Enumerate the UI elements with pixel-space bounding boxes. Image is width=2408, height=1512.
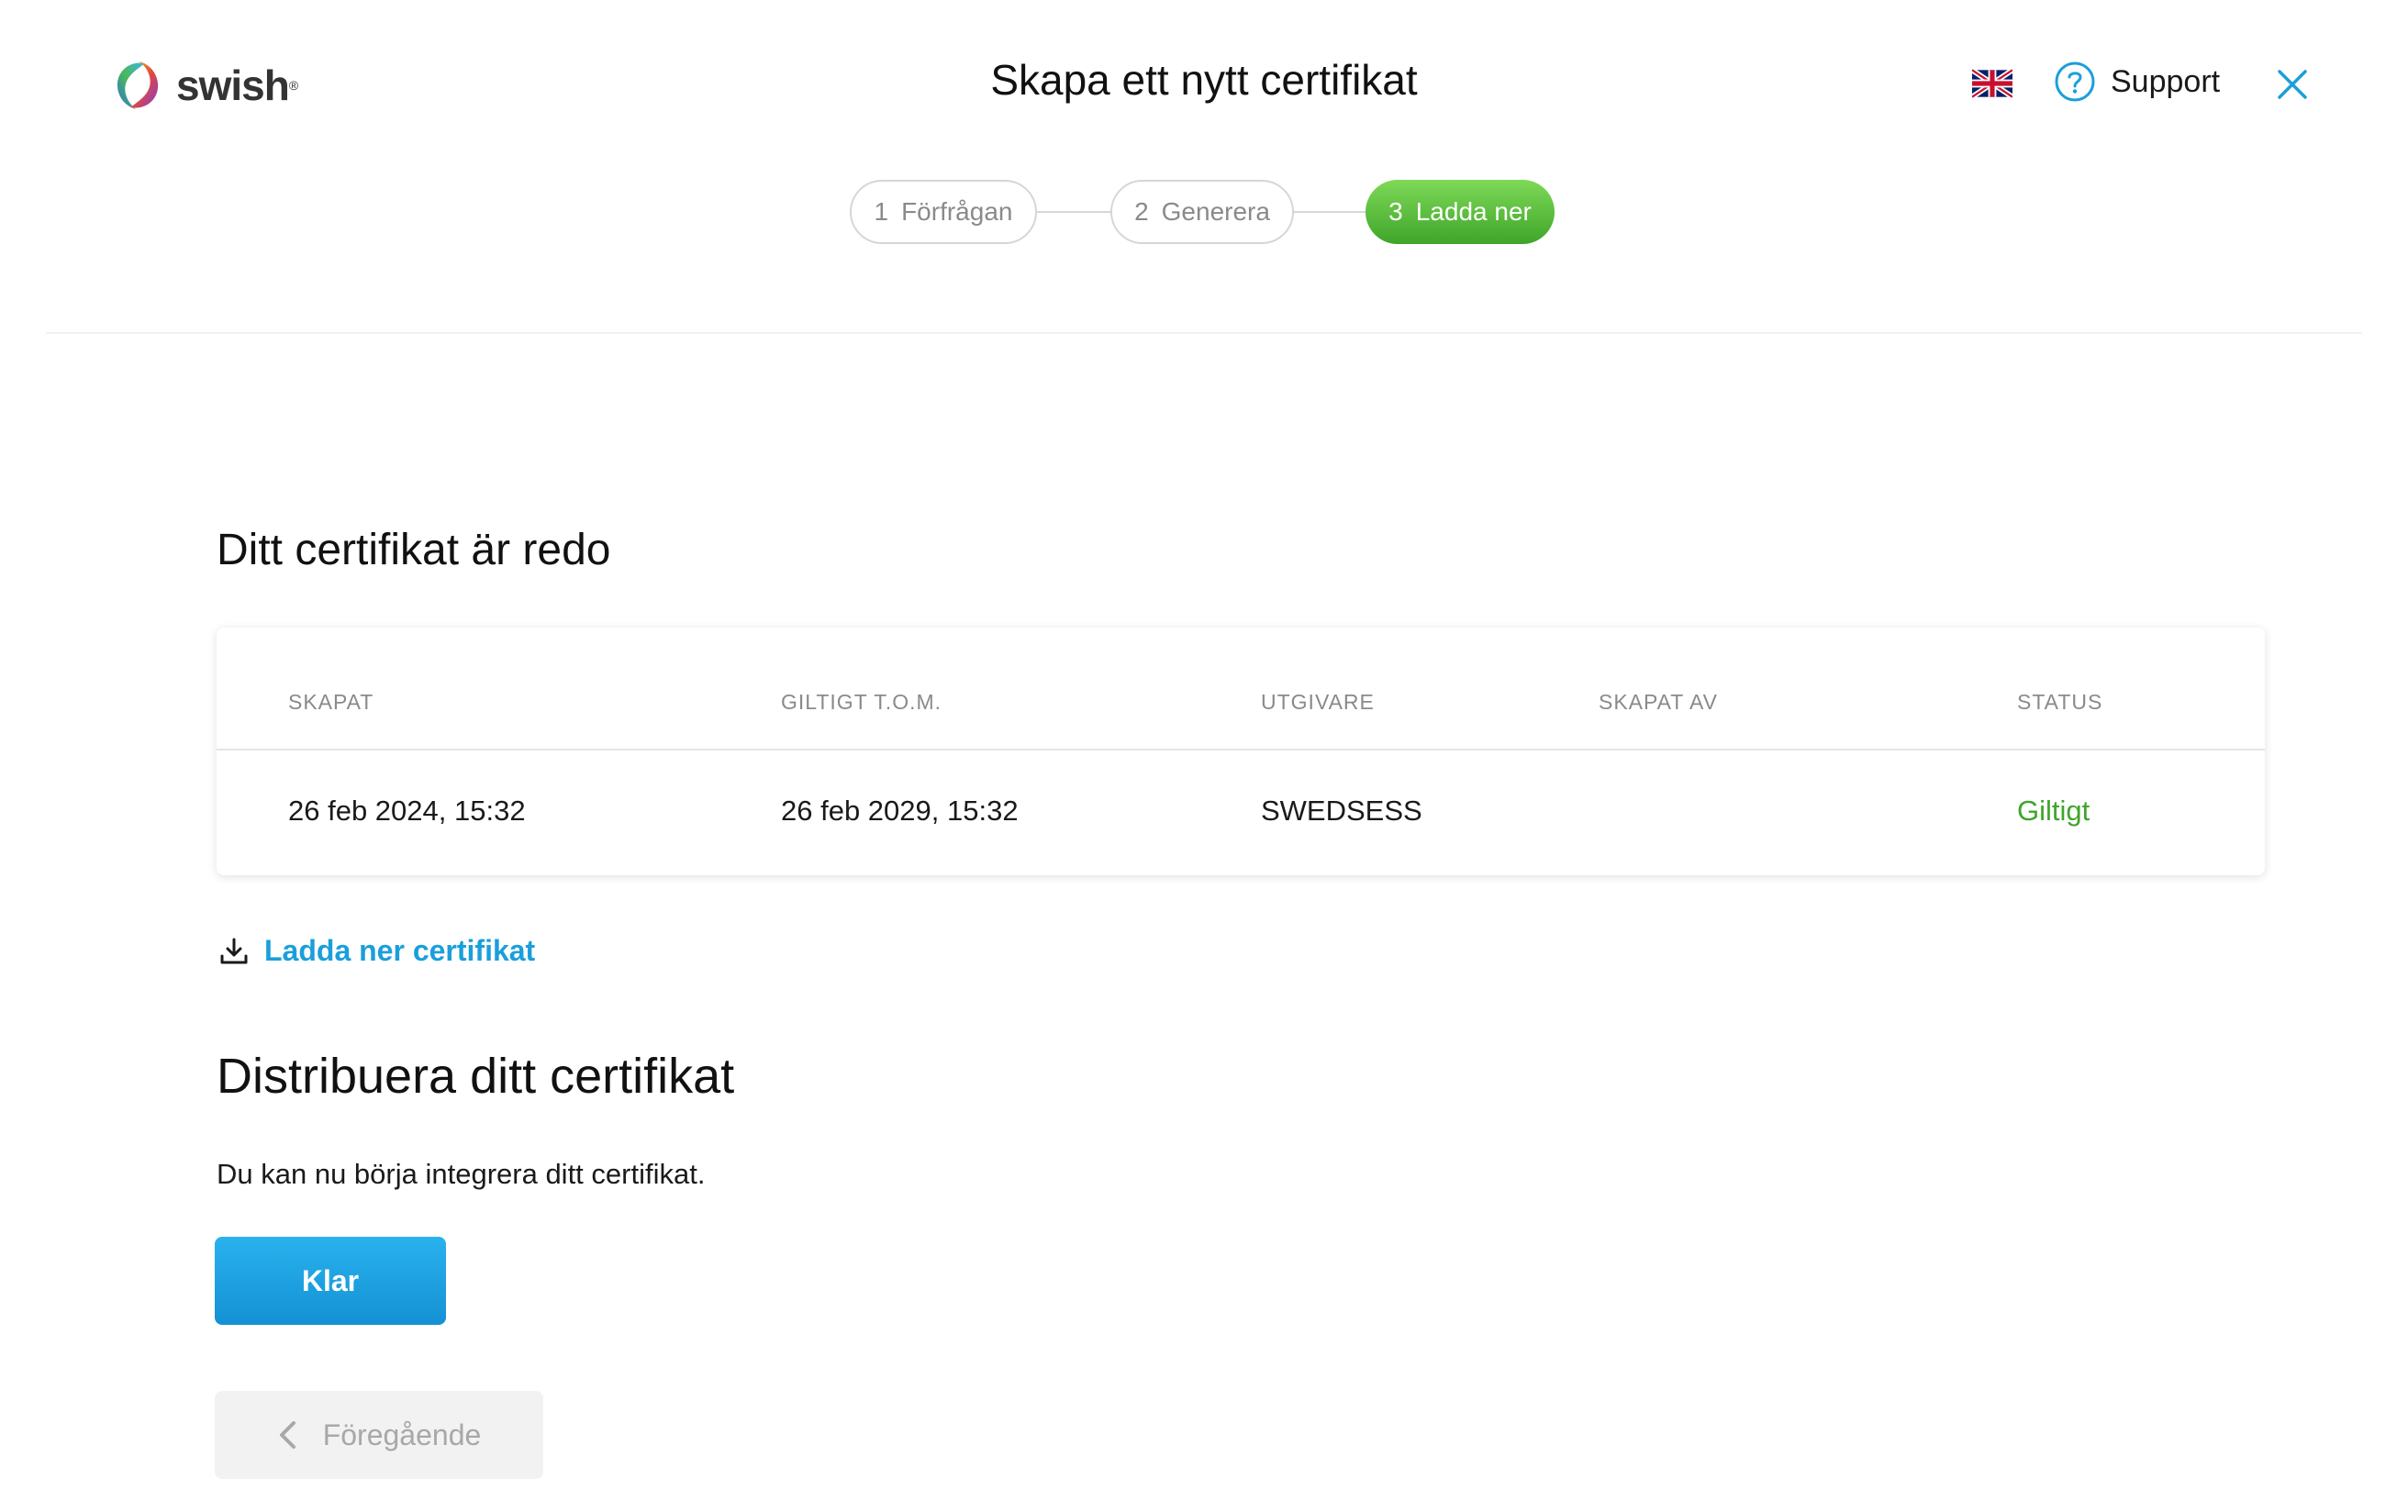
column-created-by: SKAPAT AV [1599,690,1719,714]
close-icon[interactable] [2274,66,2311,103]
status-badge: Giltigt [2017,795,2090,827]
step-number: 1 [874,197,889,226]
cell-issuer: SWEDSESS [1261,795,1422,827]
support-link[interactable]: Support [2054,61,2220,103]
cell-valid-to: 26 feb 2029, 15:32 [781,795,1019,827]
uk-flag-icon[interactable] [1972,69,2012,98]
header-divider [46,332,2362,334]
question-circle-icon [2055,61,2095,102]
column-status: STATUS [2017,690,2103,714]
download-certificate-link[interactable]: Ladda ner certifikat [218,934,535,968]
previous-button-label: Föregående [322,1418,482,1451]
step-number: 3 [1388,197,1403,226]
step-generate: 2 Generera [1110,180,1294,244]
download-icon [220,938,248,963]
previous-button[interactable]: Föregående [215,1391,543,1479]
step-label: Generera [1161,197,1270,226]
stepper-connector [1292,211,1366,213]
download-certificate-label: Ladda ner certifikat [264,934,536,967]
certificate-table [217,628,2265,875]
step-label: Ladda ner [1415,197,1532,226]
certificate-heading: Ditt certifikat är redo [217,526,611,574]
column-created: SKAPAT [288,690,374,714]
column-issuer: UTGIVARE [1261,690,1375,714]
page-title: Skapa ett nytt certifikat [990,56,1418,104]
step-label: Förfrågan [901,197,1013,226]
chevron-left-icon [279,1421,295,1449]
step-request: 1 Förfrågan [850,180,1037,244]
distribute-description: Du kan nu börja integrera ditt certifika… [217,1158,706,1190]
cell-created: 26 feb 2024, 15:32 [288,795,526,827]
distribute-heading: Distribuera ditt certifikat [217,1049,735,1104]
table-header-divider [217,749,2265,750]
step-number: 2 [1134,197,1149,226]
stepper-connector [1035,211,1112,213]
done-button[interactable]: Klar [215,1237,446,1325]
column-valid-to: GILTIGT T.O.M. [781,690,942,714]
support-label: Support [2111,63,2221,99]
step-download: 3 Ladda ner [1366,180,1555,244]
